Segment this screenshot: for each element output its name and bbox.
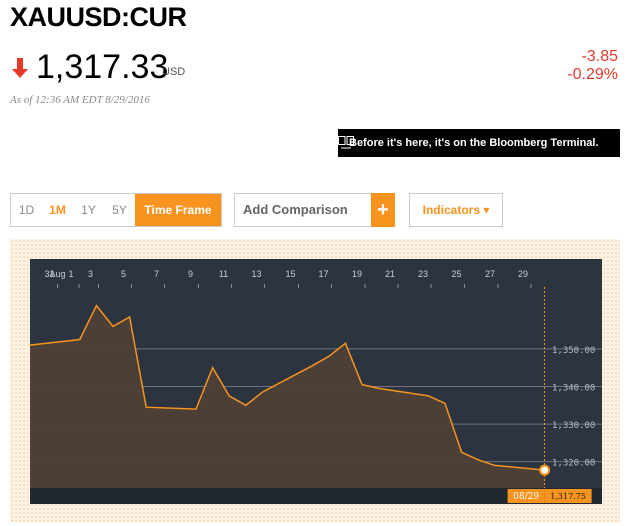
time-range-selector: 1D 1M 1Y 5Y Time Frame xyxy=(10,193,222,227)
down-arrow-icon xyxy=(12,58,28,78)
range-1y[interactable]: 1Y xyxy=(73,194,104,226)
x-tick-label: 29 xyxy=(518,269,528,279)
x-tick-label: 9 xyxy=(188,269,193,279)
y-tick-label: 1,330.00 xyxy=(552,421,595,431)
x-tick-label: 3 xyxy=(88,269,93,279)
add-comparison-button[interactable]: + xyxy=(371,193,395,227)
time-frame-button[interactable]: Time Frame xyxy=(135,194,221,226)
x-tick-label: 7 xyxy=(154,269,159,279)
x-tick-label: 15 xyxy=(285,269,295,279)
y-tick-label: 1,350.00 xyxy=(552,346,595,356)
x-tick-label: 25 xyxy=(451,269,461,279)
terminal-icon xyxy=(338,136,354,149)
ticker-title: XAUUSD:CUR xyxy=(10,2,187,32)
x-tick-label: 13 xyxy=(251,269,261,279)
last-point-marker xyxy=(539,464,551,476)
last-value-label: 1,317.75 xyxy=(550,492,586,501)
price-row: 1,317.33 USD xyxy=(10,48,630,86)
x-tick-label: 27 xyxy=(485,269,495,279)
x-tick-label: 19 xyxy=(352,269,362,279)
x-tick-label: 11 xyxy=(219,269,228,279)
currency-label: USD xyxy=(162,66,186,78)
indicators-dropdown[interactable]: Indicators ▾ xyxy=(409,193,503,227)
chart-svg[interactable]: 31Aug 1 3 5 7 9 11 13 15 17 19 21 23 25 27 29 1,350.001… xyxy=(10,239,620,522)
range-1m[interactable]: 1M xyxy=(42,194,73,226)
x-tick-label: Aug xyxy=(49,269,65,279)
promo-text: Before it's here, it's on the Bloomberg … xyxy=(349,137,599,149)
as-of-timestamp: As of 12:36 AM EDT 8/29/2016 xyxy=(10,94,150,106)
x-tick-label: 23 xyxy=(418,269,428,279)
y-tick-label: 1,340.00 xyxy=(552,384,595,394)
add-comparison-field xyxy=(234,193,372,227)
range-5y[interactable]: 5Y xyxy=(104,194,135,226)
chart-header-bar xyxy=(30,259,602,285)
x-tick-label: 21 xyxy=(385,269,395,279)
last-date-label: 08/29 xyxy=(513,492,539,502)
bloomberg-terminal-promo[interactable]: Before it's here, it's on the Bloomberg … xyxy=(338,129,620,157)
change-percent: -0.29% xyxy=(567,66,618,83)
x-tick-label: 1 xyxy=(68,269,73,279)
range-1d[interactable]: 1D xyxy=(11,194,42,226)
add-comparison-input[interactable] xyxy=(235,194,369,224)
x-tick-label: 5 xyxy=(121,269,126,279)
price-value: 1,317.33 xyxy=(36,48,169,86)
y-tick-label: 1,320.00 xyxy=(552,459,595,469)
price-chart: 31 Aug 1 3 5 7 9 11 13 15 17 19 21 23 25 27 29 1,350.00 1… xyxy=(10,239,620,522)
change-value: -3.85 xyxy=(581,48,618,65)
price-change: -3.85 -0.29% xyxy=(567,48,618,84)
x-tick-label: 17 xyxy=(318,269,328,279)
